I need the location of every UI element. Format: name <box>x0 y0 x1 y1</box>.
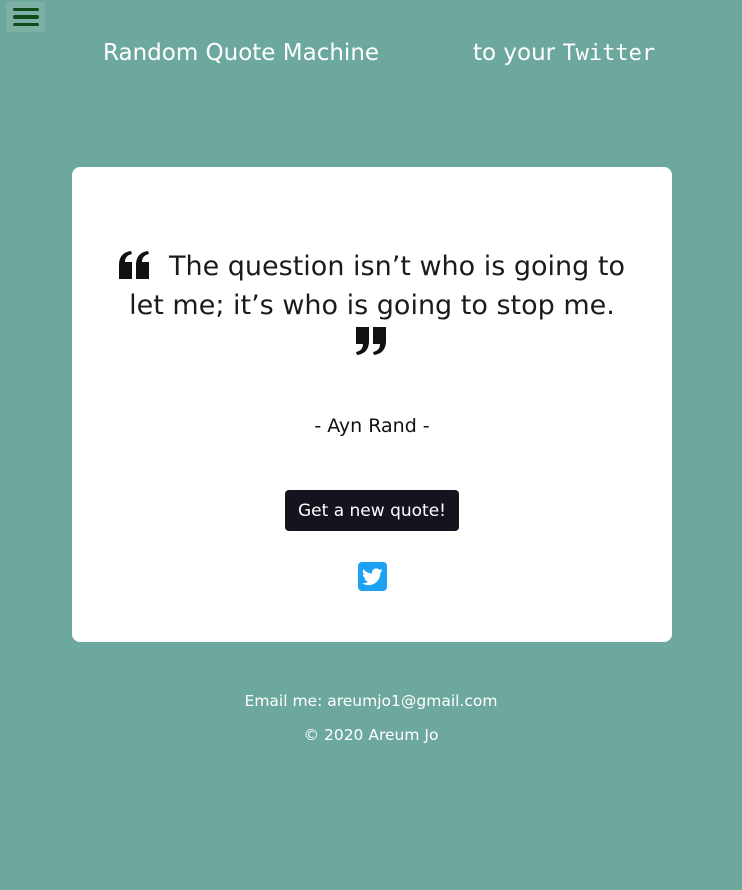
footer-copyright: © 2020 Areum Jo <box>303 726 439 744</box>
footer-email: Email me: areumjo1@gmail.com <box>244 692 498 710</box>
quote-author: - Ayn Rand - <box>314 415 430 437</box>
quote-text-block: The question isn’t who is going to let m… <box>112 247 632 355</box>
twitter-icon <box>362 567 383 585</box>
quote-left-icon <box>118 250 149 279</box>
menu-toggle-button[interactable] <box>6 2 45 32</box>
new-quote-button[interactable]: Get a new quote! <box>285 490 459 531</box>
quote-card: The question isn’t who is going to let m… <box>72 167 672 642</box>
quote-text: The question isn’t who is going to let m… <box>129 251 625 321</box>
tweet-quote-button[interactable] <box>358 562 387 591</box>
tagline-prefix: to your <box>473 40 563 66</box>
header-tagline: to your Twitter <box>473 40 655 66</box>
hamburger-icon-bar <box>12 15 39 19</box>
quote-right-icon <box>356 327 386 355</box>
hamburger-icon <box>12 7 39 12</box>
hamburger-icon-bar <box>12 22 39 27</box>
page-title: Random Quote Machine <box>103 40 380 66</box>
tagline-twitter: Twitter <box>562 41 656 66</box>
